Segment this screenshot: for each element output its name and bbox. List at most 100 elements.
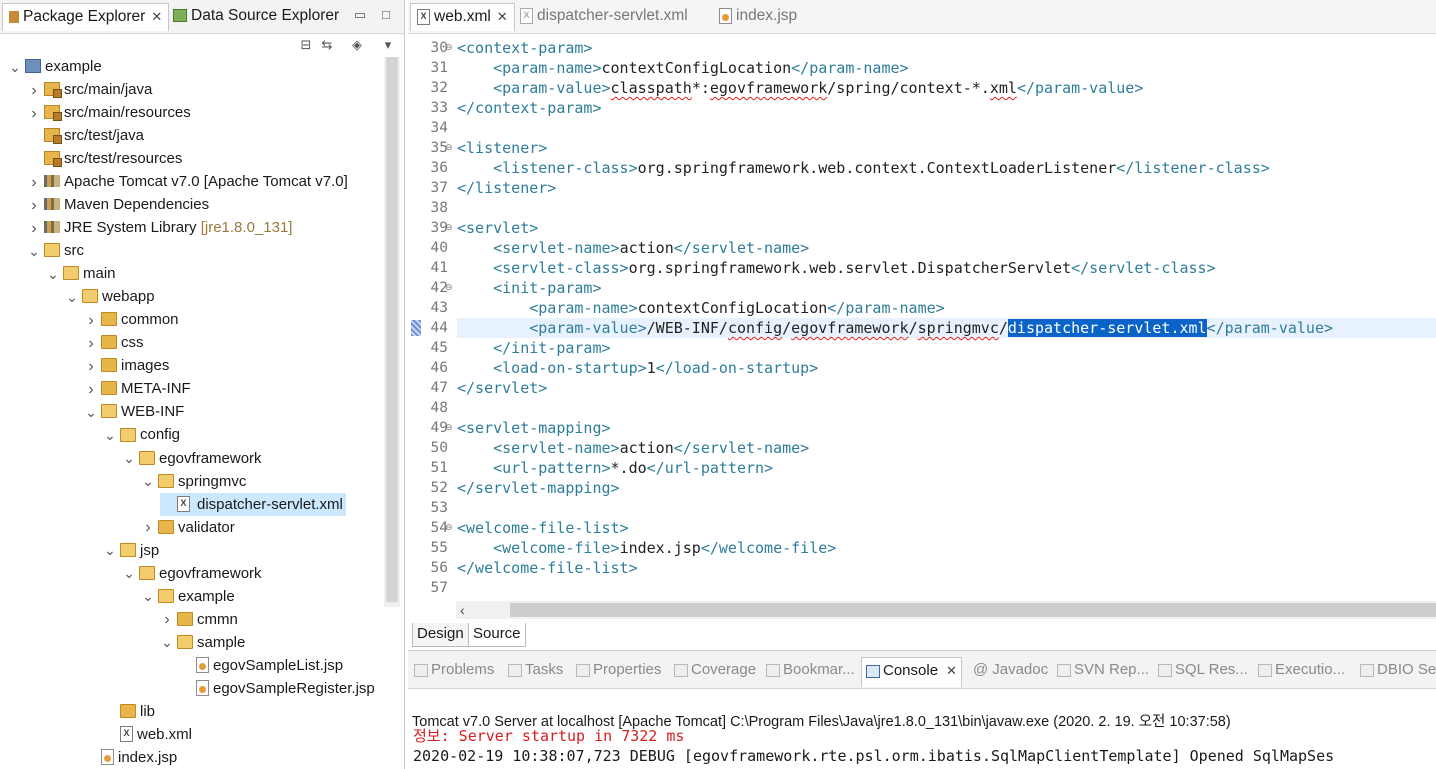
tree-item[interactable]: index.jsp bbox=[84, 746, 177, 769]
collapsed-chevron-icon[interactable]: › bbox=[84, 332, 98, 355]
tree-item[interactable]: ⌄ example bbox=[141, 585, 235, 608]
tab-design[interactable]: Design bbox=[412, 623, 469, 647]
tab-index-jsp[interactable]: index.jsp bbox=[713, 3, 803, 31]
code-line[interactable] bbox=[457, 198, 1436, 218]
code-line[interactable]: </listener> bbox=[457, 178, 1436, 198]
expanded-chevron-icon[interactable]: ⌄ bbox=[103, 424, 117, 447]
collapsed-chevron-icon[interactable]: › bbox=[27, 102, 41, 125]
collapsed-chevron-icon[interactable]: › bbox=[84, 309, 98, 332]
close-icon[interactable]: ✕ bbox=[946, 663, 957, 678]
tab-execution-plan[interactable]: Executio... bbox=[1254, 657, 1349, 687]
expanded-chevron-icon[interactable]: ⌄ bbox=[84, 401, 98, 424]
tab-console[interactable]: Console ✕ bbox=[861, 657, 962, 687]
scrollbar-thumb[interactable] bbox=[510, 603, 1436, 617]
code-line[interactable]: <param-name>contextConfigLocation</param… bbox=[457, 298, 1436, 318]
code-line[interactable]: <param-name>contextConfigLocation</param… bbox=[457, 58, 1436, 78]
expanded-chevron-icon[interactable]: ⌄ bbox=[160, 631, 174, 654]
tree-item[interactable]: ⌄ main bbox=[46, 262, 115, 286]
code-line[interactable]: <context-param> bbox=[457, 38, 1436, 58]
collapsed-chevron-icon[interactable]: › bbox=[27, 79, 41, 102]
scrollbar-thumb[interactable] bbox=[386, 57, 398, 602]
expanded-chevron-icon[interactable]: ⌄ bbox=[46, 263, 60, 286]
fold-toggle-icon[interactable]: ⊖ bbox=[445, 142, 453, 153]
tree-item[interactable]: egovSampleRegister.jsp bbox=[179, 677, 375, 700]
tree-item[interactable]: src/test/java bbox=[27, 124, 144, 147]
expanded-chevron-icon[interactable]: ⌄ bbox=[141, 470, 155, 493]
code-line[interactable]: </servlet> bbox=[457, 378, 1436, 398]
collapsed-chevron-icon[interactable]: › bbox=[84, 378, 98, 401]
tab-dispatcher-servlet-xml[interactable]: Xdispatcher-servlet.xml bbox=[514, 3, 694, 31]
collapsed-chevron-icon[interactable]: › bbox=[27, 171, 41, 194]
tree-item[interactable]: ⌄ WEB-INF bbox=[84, 400, 184, 423]
tree-item[interactable]: src/test/resources bbox=[27, 147, 182, 170]
code-line[interactable]: <servlet> bbox=[457, 218, 1436, 238]
tree-item[interactable]: ⌄ egovframework bbox=[122, 447, 261, 470]
code-line[interactable]: <param-value>classpath*:egovframework/sp… bbox=[457, 78, 1436, 98]
tree-item[interactable]: › src/main/resources bbox=[27, 101, 190, 125]
code-line[interactable]: </welcome-file-list> bbox=[457, 558, 1436, 578]
collapsed-chevron-icon[interactable]: › bbox=[160, 608, 174, 631]
expanded-chevron-icon[interactable]: ⌄ bbox=[8, 56, 22, 79]
expanded-chevron-icon[interactable]: ⌄ bbox=[122, 447, 136, 470]
code-line[interactable]: <load-on-startup>1</load-on-startup> bbox=[457, 358, 1436, 378]
minimize-icon[interactable]: ▭ bbox=[351, 6, 369, 24]
link-with-editor-icon[interactable]: ⇆ bbox=[318, 36, 336, 54]
horizontal-scrollbar[interactable]: ‹ bbox=[456, 601, 1436, 619]
scroll-left-icon[interactable]: ‹ bbox=[460, 601, 465, 619]
tab-svn-repositories[interactable]: SVN Rep... bbox=[1053, 657, 1153, 687]
tree-item[interactable]: Xweb.xml bbox=[103, 723, 192, 746]
code-line[interactable] bbox=[457, 398, 1436, 418]
close-icon[interactable]: ✕ bbox=[151, 9, 162, 24]
tree-item[interactable]: › Apache Tomcat v7.0 [Apache Tomcat v7.0] bbox=[27, 170, 347, 194]
tab-web-xml[interactable]: Xweb.xml ✕ bbox=[410, 3, 515, 31]
tree-item[interactable]: ⌄ jsp bbox=[103, 539, 159, 562]
code-line[interactable] bbox=[457, 498, 1436, 518]
tree-item[interactable]: ⌄ config bbox=[103, 423, 180, 446]
tree-item[interactable]: › JRE System Library [jre1.8.0_131] bbox=[27, 216, 292, 239]
expanded-chevron-icon[interactable]: ⌄ bbox=[141, 585, 155, 608]
expanded-chevron-icon[interactable]: ⌄ bbox=[27, 240, 41, 263]
explorer-scrollbar[interactable] bbox=[384, 57, 400, 607]
collapsed-chevron-icon[interactable]: › bbox=[27, 194, 41, 217]
code-line[interactable]: </servlet-mapping> bbox=[457, 478, 1436, 498]
tab-javadoc[interactable]: @ Javadoc bbox=[969, 657, 1052, 687]
tree-item[interactable]: › Maven Dependencies bbox=[27, 193, 209, 216]
tree-item[interactable]: ⌄ example bbox=[8, 55, 102, 78]
code-line[interactable]: </init-param> bbox=[457, 338, 1436, 358]
fold-toggle-icon[interactable]: ⊖ bbox=[445, 222, 453, 233]
fold-toggle-icon[interactable]: ⊖ bbox=[445, 422, 453, 433]
tree-item[interactable]: › validator bbox=[141, 516, 234, 539]
tree-item[interactable]: egovSampleList.jsp bbox=[179, 654, 343, 677]
tab-properties[interactable]: Properties bbox=[572, 657, 665, 687]
code-line[interactable]: <welcome-file-list> bbox=[457, 518, 1436, 538]
tree-item[interactable]: › images bbox=[84, 354, 169, 377]
maximize-icon[interactable]: □ bbox=[377, 6, 395, 24]
tree-item[interactable]: ⌄ webapp bbox=[65, 285, 154, 308]
code-line[interactable]: <listener-class>org.springframework.web.… bbox=[457, 158, 1436, 178]
code-line[interactable]: <servlet-name>action</servlet-name> bbox=[457, 238, 1436, 258]
code-line[interactable]: <init-param> bbox=[457, 278, 1436, 298]
code-line[interactable]: <servlet-name>action</servlet-name> bbox=[457, 438, 1436, 458]
code-line[interactable]: <servlet-class>org.springframework.web.s… bbox=[457, 258, 1436, 278]
tree-item[interactable]: ⌄ sample bbox=[160, 631, 245, 654]
expanded-chevron-icon[interactable]: ⌄ bbox=[122, 562, 136, 585]
tree-item[interactable]: lib bbox=[103, 700, 155, 723]
code-line[interactable]: <listener> bbox=[457, 138, 1436, 158]
tree-item[interactable]: › css bbox=[84, 331, 143, 355]
code-line[interactable] bbox=[457, 118, 1436, 138]
collapsed-chevron-icon[interactable]: › bbox=[84, 355, 98, 378]
collapsed-chevron-icon[interactable]: › bbox=[141, 516, 155, 539]
fold-toggle-icon[interactable]: ⊖ bbox=[445, 522, 453, 533]
code-line[interactable]: </context-param> bbox=[457, 98, 1436, 118]
fold-toggle-icon[interactable]: ⊖ bbox=[445, 42, 453, 53]
tab-sql-results[interactable]: SQL Res... bbox=[1154, 657, 1252, 687]
tab-data-source-explorer[interactable]: Data Source Explorer bbox=[167, 3, 345, 31]
tree-item[interactable]: › cmmn bbox=[160, 608, 238, 631]
view-menu-icon[interactable]: ▾ bbox=[379, 36, 397, 54]
tree-item[interactable]: ⌄ src bbox=[27, 239, 84, 262]
tab-tasks[interactable]: Tasks bbox=[504, 657, 567, 687]
code-line[interactable]: <url-pattern>*.do</url-pattern> bbox=[457, 458, 1436, 478]
tree-item[interactable]: Xdispatcher-servlet.xml bbox=[160, 492, 346, 516]
expanded-chevron-icon[interactable]: ⌄ bbox=[103, 539, 117, 562]
code-line[interactable]: <servlet-mapping> bbox=[457, 418, 1436, 438]
